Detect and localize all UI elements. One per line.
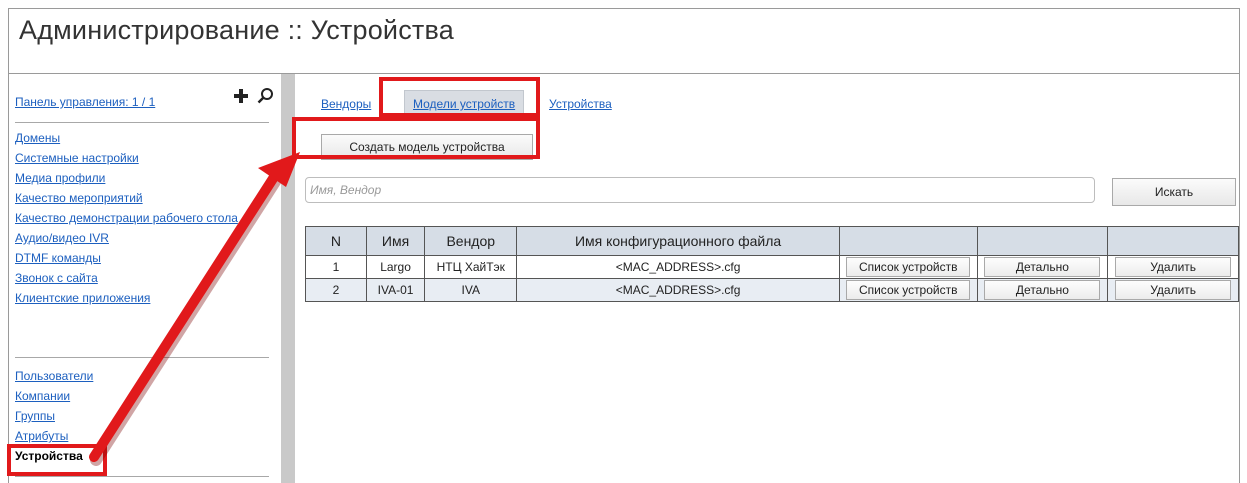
annotation-arrow <box>89 152 300 466</box>
